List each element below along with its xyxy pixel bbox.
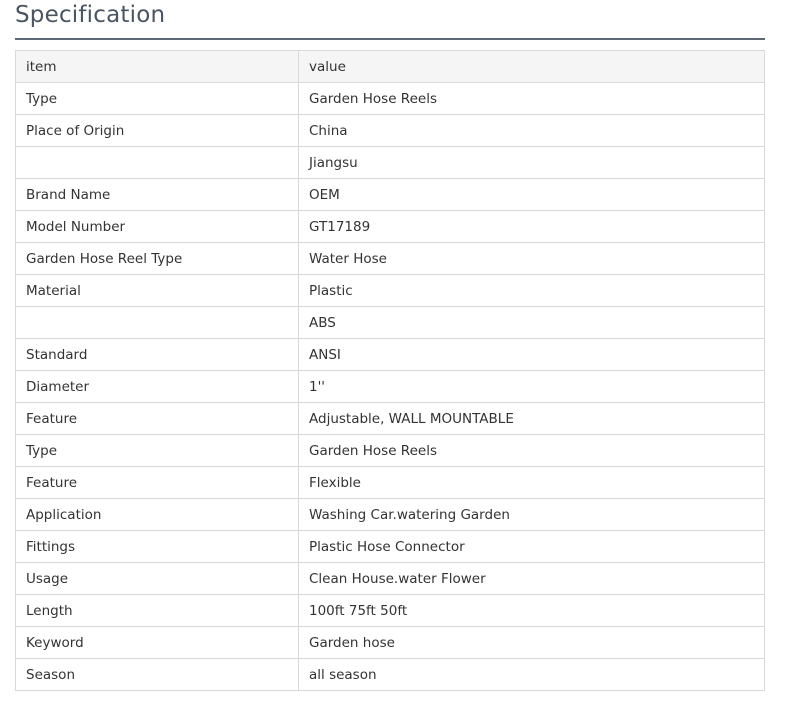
value-cell: Garden hose — [298, 626, 765, 659]
item-cell: Model Number — [15, 210, 299, 243]
table-row: Jiangsu — [15, 146, 765, 179]
item-cell: Standard — [15, 338, 299, 371]
table-row: ABS — [15, 306, 765, 339]
value-cell: Clean House.water Flower — [298, 562, 765, 595]
value-cell: Adjustable, WALL MOUNTABLE — [298, 402, 765, 435]
value-cell: Plastic Hose Connector — [298, 530, 765, 563]
table-row: Model Number GT17189 — [15, 210, 765, 243]
item-cell — [15, 146, 299, 179]
value-cell: Garden Hose Reels — [298, 82, 765, 115]
table-row: Application Washing Car.watering Garden — [15, 498, 765, 531]
specification-section: Specification item value Type Garden Hose… — [15, 0, 765, 691]
table-row: Garden Hose Reel Type Water Hose — [15, 242, 765, 275]
value-cell: Flexible — [298, 466, 765, 499]
table-row: Place of Origin China — [15, 114, 765, 147]
value-cell: Jiangsu — [298, 146, 765, 179]
table-row: Season all season — [15, 658, 765, 691]
value-cell: ABS — [298, 306, 765, 339]
header-item-cell: item — [15, 50, 299, 83]
table-row: Standard ANSI — [15, 338, 765, 371]
item-cell: Garden Hose Reel Type — [15, 242, 299, 275]
item-cell: Place of Origin — [15, 114, 299, 147]
table-row: Fittings Plastic Hose Connector — [15, 530, 765, 563]
item-cell: Keyword — [15, 626, 299, 659]
item-cell: Type — [15, 82, 299, 115]
table-row: Diameter 1'' — [15, 370, 765, 403]
table-row: Keyword Garden hose — [15, 626, 765, 659]
item-cell: Feature — [15, 402, 299, 435]
value-cell: 1'' — [298, 370, 765, 403]
value-cell: China — [298, 114, 765, 147]
item-cell: Diameter — [15, 370, 299, 403]
value-cell: GT17189 — [298, 210, 765, 243]
value-cell: OEM — [298, 178, 765, 211]
value-cell: Water Hose — [298, 242, 765, 275]
table-row: Brand Name OEM — [15, 178, 765, 211]
value-cell: ANSI — [298, 338, 765, 371]
table-row: Type Garden Hose Reels — [15, 82, 765, 115]
item-cell: Type — [15, 434, 299, 467]
value-cell: Plastic — [298, 274, 765, 307]
table-row: Feature Flexible — [15, 466, 765, 499]
item-cell: Fittings — [15, 530, 299, 563]
value-cell: all season — [298, 658, 765, 691]
table-row: Usage Clean House.water Flower — [15, 562, 765, 595]
table-row: Length 100ft 75ft 50ft — [15, 594, 765, 627]
table-header-row: item value — [15, 50, 765, 83]
value-cell: 100ft 75ft 50ft — [298, 594, 765, 627]
section-title: Specification — [15, 0, 765, 40]
item-cell: Season — [15, 658, 299, 691]
item-cell: Brand Name — [15, 178, 299, 211]
value-cell: Washing Car.watering Garden — [298, 498, 765, 531]
item-cell: Feature — [15, 466, 299, 499]
spec-table-body: item value Type Garden Hose Reels Place of… — [15, 50, 765, 691]
table-row: Type Garden Hose Reels — [15, 434, 765, 467]
item-cell: Material — [15, 274, 299, 307]
item-cell: Application — [15, 498, 299, 531]
table-row: Material Plastic — [15, 274, 765, 307]
item-cell — [15, 306, 299, 339]
spec-table: item value Type Garden Hose Reels Place of… — [15, 50, 765, 691]
item-cell: Usage — [15, 562, 299, 595]
header-value-cell: value — [298, 50, 765, 83]
item-cell: Length — [15, 594, 299, 627]
table-row: Feature Adjustable, WALL MOUNTABLE — [15, 402, 765, 435]
value-cell: Garden Hose Reels — [298, 434, 765, 467]
